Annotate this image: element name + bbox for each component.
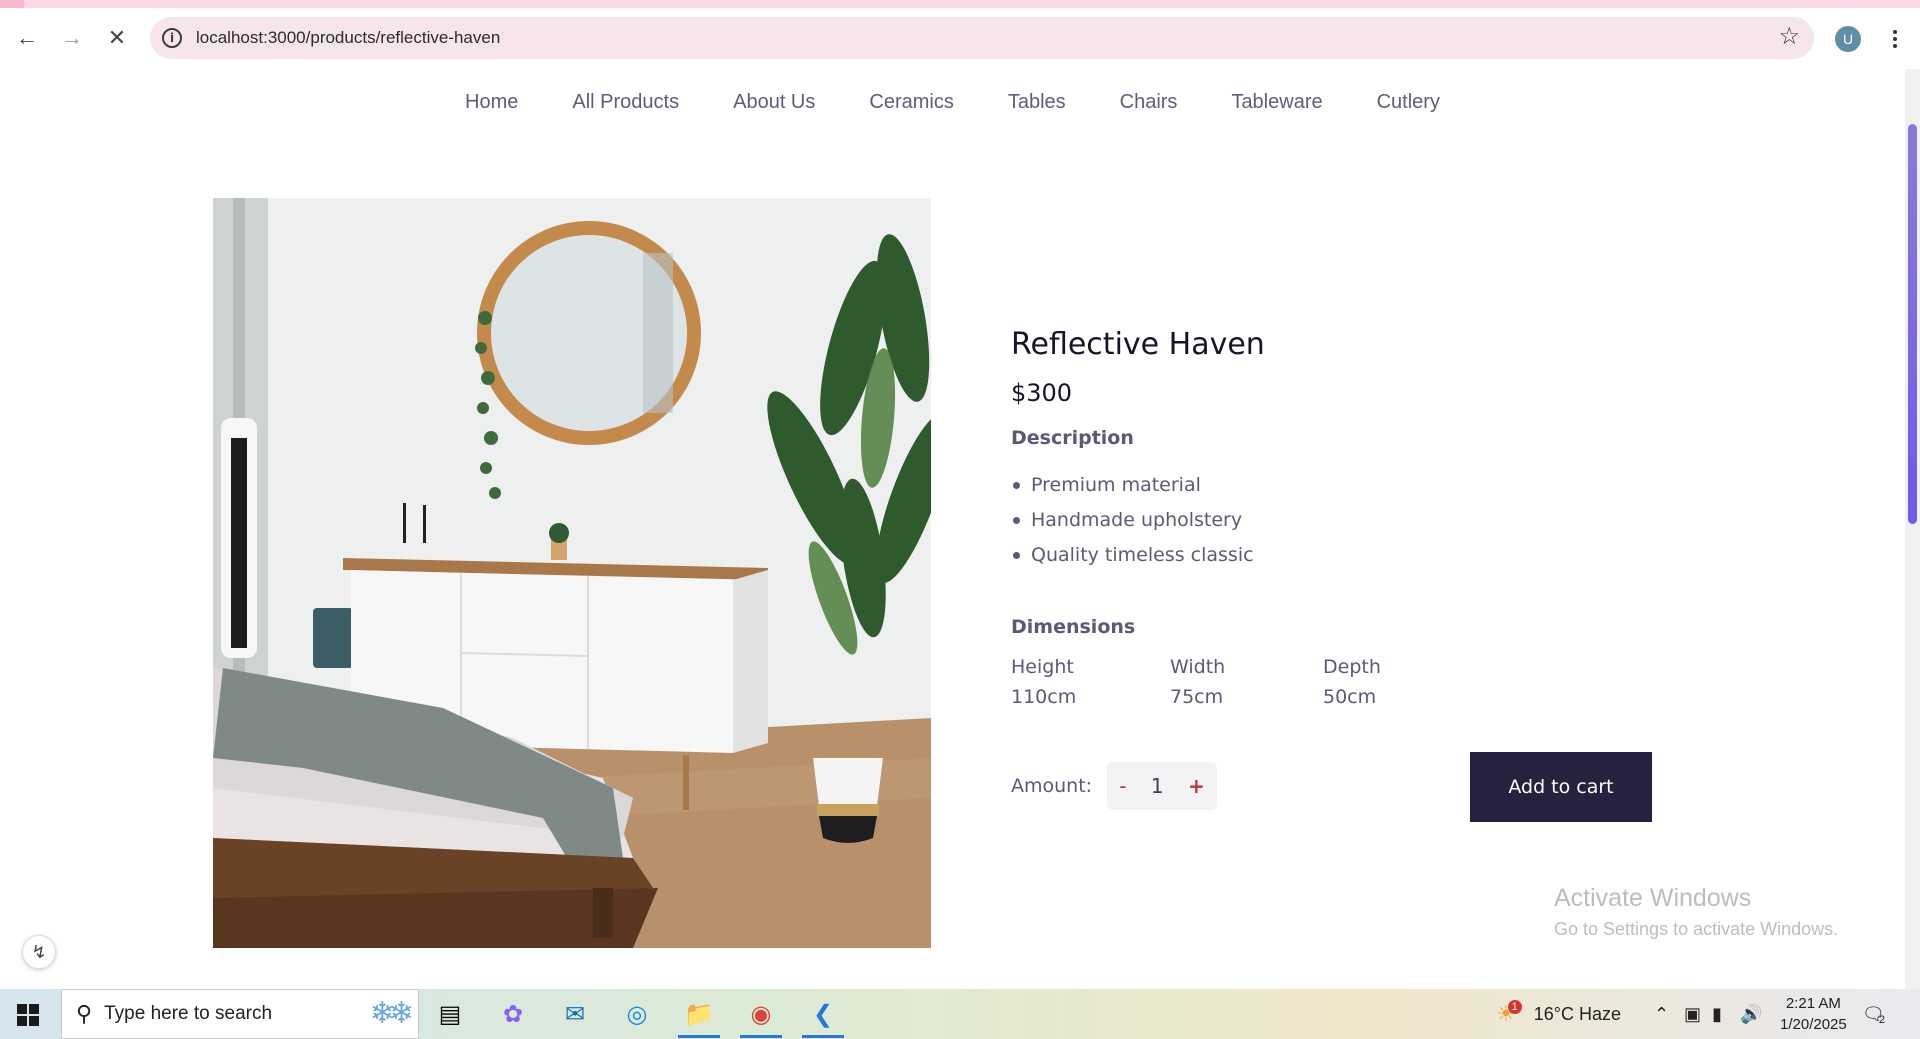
taskbar-search[interactable]: ⚲ Type here to search ❄❄	[61, 989, 419, 1039]
dimension-value: 50cm	[1323, 686, 1377, 708]
increase-quantity-button[interactable]: +	[1188, 774, 1205, 798]
quantity-stepper: - 1 +	[1107, 762, 1217, 810]
feature-item: Quality timeless classic	[1011, 543, 1254, 578]
dimension-label: Width	[1170, 656, 1226, 678]
dimension-width: Width 75cm	[1170, 652, 1225, 712]
nav-tableware[interactable]: Tableware	[1231, 91, 1322, 114]
nav-home[interactable]: Home	[465, 91, 518, 114]
close-icon: ✕	[107, 25, 127, 50]
stop-loading-button[interactable]: ✕	[95, 16, 139, 60]
site-navigation: Home All Products About Us Ceramics Tabl…	[0, 91, 1905, 114]
dimension-label: Depth	[1323, 656, 1381, 678]
tab-strip	[0, 0, 1920, 8]
meet-now-icon[interactable]: ▣	[1684, 989, 1701, 1039]
outlook-icon[interactable]: ✉	[550, 994, 600, 1034]
windows-taskbar: ⚲ Type here to search ❄❄ ▤ ✿ ✉ ◎ 📁 ◉ ❮ ☀…	[0, 989, 1920, 1039]
nav-cutlery[interactable]: Cutlery	[1377, 91, 1440, 114]
battery-icon[interactable]: ▮	[1712, 989, 1722, 1039]
profile-avatar[interactable]: U	[1835, 26, 1861, 52]
snowflake-icon: ❄❄	[369, 997, 414, 1030]
feature-list: Premium material Handmade upholstery Qua…	[1011, 473, 1254, 578]
edge-icon[interactable]: ◎	[612, 994, 662, 1034]
chevron-up-icon: ⌃	[1654, 1003, 1670, 1024]
product-image	[213, 198, 931, 948]
scrollbar-thumb[interactable]	[1908, 124, 1917, 524]
dimension-depth: Depth 50cm	[1323, 652, 1381, 712]
quantity-value[interactable]: 1	[1151, 774, 1164, 798]
lightning-icon: ↯	[31, 941, 47, 962]
dimension-label: Height	[1011, 656, 1074, 678]
dimension-value: 110cm	[1011, 686, 1077, 708]
weather-badge: 1	[1507, 1000, 1522, 1014]
arrow-left-icon: ←	[16, 25, 38, 50]
watermark-subtitle: Go to Settings to activate Windows.	[1554, 919, 1839, 939]
forward-button[interactable]: →	[50, 16, 94, 60]
weather-text: 16°C Haze	[1533, 1003, 1621, 1024]
system-clock[interactable]: 2:21 AM 1/20/2025	[1780, 993, 1847, 1035]
back-button[interactable]: ←	[5, 16, 49, 60]
bookmark-star-icon[interactable]: ☆	[1778, 25, 1800, 49]
description-heading: Description	[1011, 427, 1134, 449]
copilot-icon[interactable]: ✿	[488, 994, 538, 1034]
add-to-cart-button[interactable]: Add to cart	[1470, 752, 1652, 822]
address-bar[interactable]: i localhost:3000/products/reflective-hav…	[150, 17, 1814, 59]
product-price: $300	[1011, 379, 1073, 407]
notification-center[interactable]: 🗨 2	[1862, 989, 1885, 1039]
dimensions-heading: Dimensions	[1011, 616, 1136, 638]
browser-toolbar: ← → ✕ i localhost:3000/products/reflecti…	[0, 8, 1920, 69]
task-view-icon[interactable]: ▤	[425, 994, 475, 1034]
page-viewport: Home All Products About Us Ceramics Tabl…	[0, 69, 1905, 989]
nav-about-us[interactable]: About Us	[733, 91, 815, 114]
page-scrollbar[interactable]	[1905, 69, 1920, 989]
nav-all-products[interactable]: All Products	[572, 91, 679, 114]
volume-icon[interactable]: 🔊	[1740, 989, 1762, 1039]
watermark-title: Activate Windows	[1554, 884, 1752, 912]
nav-ceramics[interactable]: Ceramics	[869, 91, 953, 114]
search-icon: ⚲	[76, 1001, 93, 1026]
start-button[interactable]	[17, 1004, 39, 1026]
url-text[interactable]: localhost:3000/products/reflective-haven	[196, 28, 500, 48]
notification-count: 2	[1878, 1014, 1885, 1026]
chrome-icon[interactable]: ◉	[736, 994, 786, 1038]
site-info-icon[interactable]: i	[162, 28, 182, 48]
dimension-value: 75cm	[1170, 686, 1224, 708]
active-tab-edge[interactable]	[0, 0, 24, 8]
nav-tables[interactable]: Tables	[1008, 91, 1066, 114]
dimension-height: Height 110cm	[1011, 652, 1076, 712]
clock-time: 2:21 AM	[1785, 995, 1841, 1012]
file-explorer-icon[interactable]: 📁	[674, 994, 724, 1038]
product-title-heading: Reflective Haven	[1011, 327, 1265, 362]
feature-item: Premium material	[1011, 473, 1254, 508]
clock-date: 1/20/2025	[1780, 1016, 1847, 1033]
browser-menu-icon[interactable]	[1880, 24, 1910, 54]
nav-chairs[interactable]: Chairs	[1120, 91, 1178, 114]
decrease-quantity-button[interactable]: -	[1119, 774, 1126, 798]
amount-label: Amount:	[1011, 775, 1093, 797]
arrow-right-icon: →	[61, 25, 83, 50]
search-placeholder: Type here to search	[104, 1003, 273, 1024]
quick-action-button[interactable]: ↯	[22, 935, 56, 969]
activate-windows-watermark: Activate Windows Go to Settings to activ…	[1554, 884, 1838, 940]
vscode-icon[interactable]: ❮	[798, 994, 848, 1038]
feature-item: Handmade upholstery	[1011, 508, 1254, 543]
weather-widget[interactable]: ☀ 1 16°C Haze	[1496, 989, 1621, 1039]
show-hidden-icons[interactable]: ⌃	[1654, 989, 1669, 1039]
